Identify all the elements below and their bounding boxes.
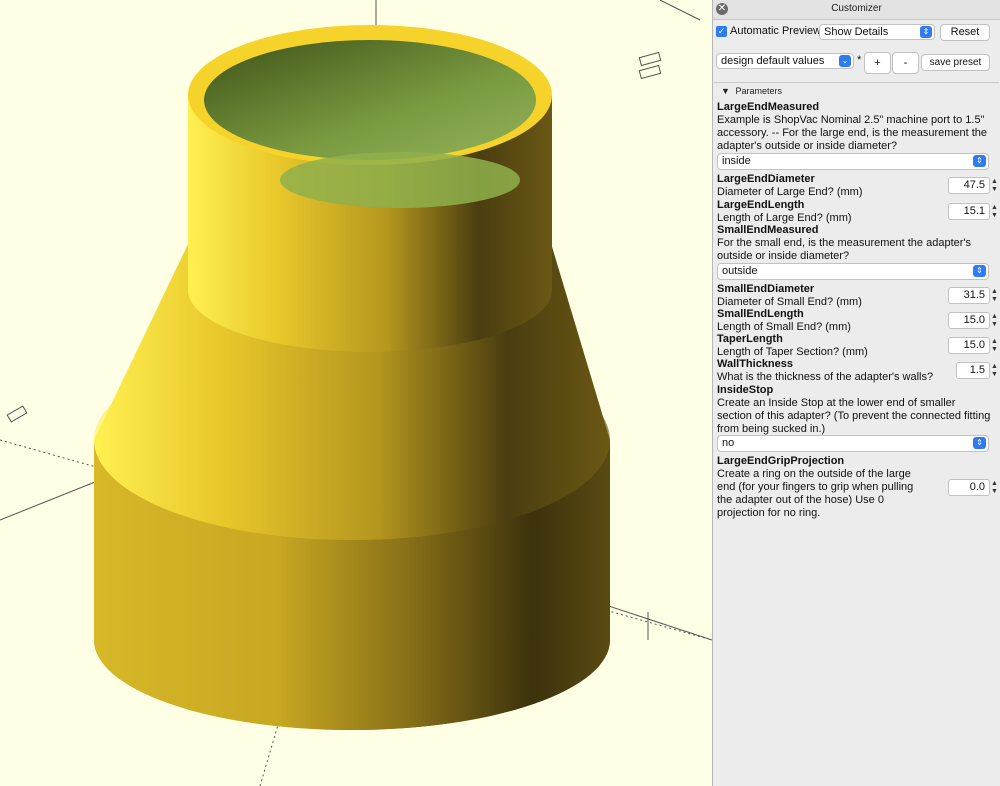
param-desc-wall-thickness: What is the thickness of the adapter's w…	[717, 371, 934, 383]
triangle-down-icon: ▼	[721, 86, 730, 96]
wall-thickness-input[interactable]: 1.5	[956, 362, 990, 379]
param-name-large-end-measured: LargeEndMeasured	[717, 101, 820, 113]
details-select[interactable]: Show Details ⇕	[819, 24, 935, 40]
param-name-large-end-length: LargeEndLength	[717, 199, 805, 211]
panel-title: Customizer	[831, 3, 882, 14]
taper-length-input[interactable]: 15.0	[948, 337, 990, 354]
large-end-length-input[interactable]: 15.1	[948, 203, 990, 220]
updown-chevron-icon: ⇕	[920, 26, 932, 38]
save-preset-button[interactable]: save preset	[921, 54, 990, 71]
inside-stop-select[interactable]: no ⇕	[717, 435, 989, 452]
updown-chevron-icon: ⇕	[973, 437, 986, 449]
customizer-panel: ✕ Customizer ✓ Automatic Preview Show De…	[712, 0, 1000, 786]
large-end-diameter-input[interactable]: 47.5	[948, 177, 990, 194]
details-select-value: Show Details	[824, 26, 889, 38]
large-end-measured-value: inside	[722, 155, 751, 167]
param-name-taper-length: TaperLength	[717, 333, 783, 345]
chevron-down-icon: ⌄	[839, 55, 851, 67]
param-name-wall-thickness: WallThickness	[717, 358, 794, 370]
param-desc-inside-stop: Create an Inside Stop at the lower end o…	[717, 397, 991, 435]
small-end-diameter-input[interactable]: 31.5	[948, 287, 990, 304]
stepper-arrows-icon[interactable]: ▲ ▼	[990, 480, 999, 496]
small-end-length-input[interactable]: 15.0	[948, 312, 990, 329]
checkbox-checked-icon[interactable]: ✓	[716, 25, 727, 37]
param-desc-large-end-measured: Example is ShopVac Nominal 2.5" machine …	[717, 114, 988, 152]
grip-projection-input[interactable]: 0.0	[948, 479, 990, 496]
param-name-inside-stop: InsideStop	[717, 384, 774, 396]
small-end-measured-select[interactable]: outside ⇕	[717, 263, 989, 280]
preset-select-value: design default values	[721, 55, 825, 67]
param-name-grip-projection: LargeEndGripProjection	[717, 455, 845, 467]
stepper-arrows-icon[interactable]: ▲ ▼	[990, 204, 999, 220]
remove-preset-button[interactable]: -	[892, 52, 919, 74]
preset-modified-marker: *	[857, 54, 862, 66]
updown-chevron-icon: ⇕	[973, 265, 986, 277]
small-end-measured-value: outside	[722, 265, 758, 277]
updown-chevron-icon: ⇕	[973, 155, 986, 167]
stepper-arrows-icon[interactable]: ▲ ▼	[990, 178, 999, 194]
preset-select[interactable]: design default values ⌄	[716, 53, 854, 69]
panel-titlebar: ✕ Customizer	[713, 0, 1000, 20]
reset-button[interactable]: Reset	[940, 24, 990, 41]
param-name-large-end-diameter: LargeEndDiameter	[717, 173, 815, 185]
large-end-measured-select[interactable]: inside ⇕	[717, 153, 989, 170]
auto-preview-label: Automatic Preview	[730, 25, 822, 37]
param-name-small-end-diameter: SmallEndDiameter	[717, 283, 815, 295]
stepper-arrows-icon[interactable]: ▲ ▼	[990, 338, 999, 354]
parameters-frame: ▼ Parameters LargeEndMeasured Example is…	[714, 82, 999, 786]
param-name-small-end-measured: SmallEndMeasured	[717, 224, 819, 236]
stepper-arrows-icon[interactable]: ▲ ▼	[990, 363, 999, 379]
model-render	[0, 0, 712, 786]
param-desc-grip-projection: Create a ring on the outside of the larg…	[717, 468, 914, 519]
parameters-section-label: Parameters	[735, 86, 782, 96]
param-desc-small-end-measured: For the small end, is the measurement th…	[717, 237, 972, 262]
inside-stop-value: no	[722, 437, 735, 449]
stepper-arrows-icon[interactable]: ▲ ▼	[990, 288, 999, 304]
stepper-arrows-icon[interactable]: ▲ ▼	[990, 313, 999, 329]
add-preset-button[interactable]: +	[864, 52, 891, 74]
3d-viewport[interactable]	[0, 0, 712, 786]
param-name-small-end-length: SmallEndLength	[717, 308, 804, 320]
auto-preview-toggle[interactable]: ✓ Automatic Preview	[716, 25, 821, 37]
parameters-section-header[interactable]: ▼ Parameters	[721, 86, 782, 96]
